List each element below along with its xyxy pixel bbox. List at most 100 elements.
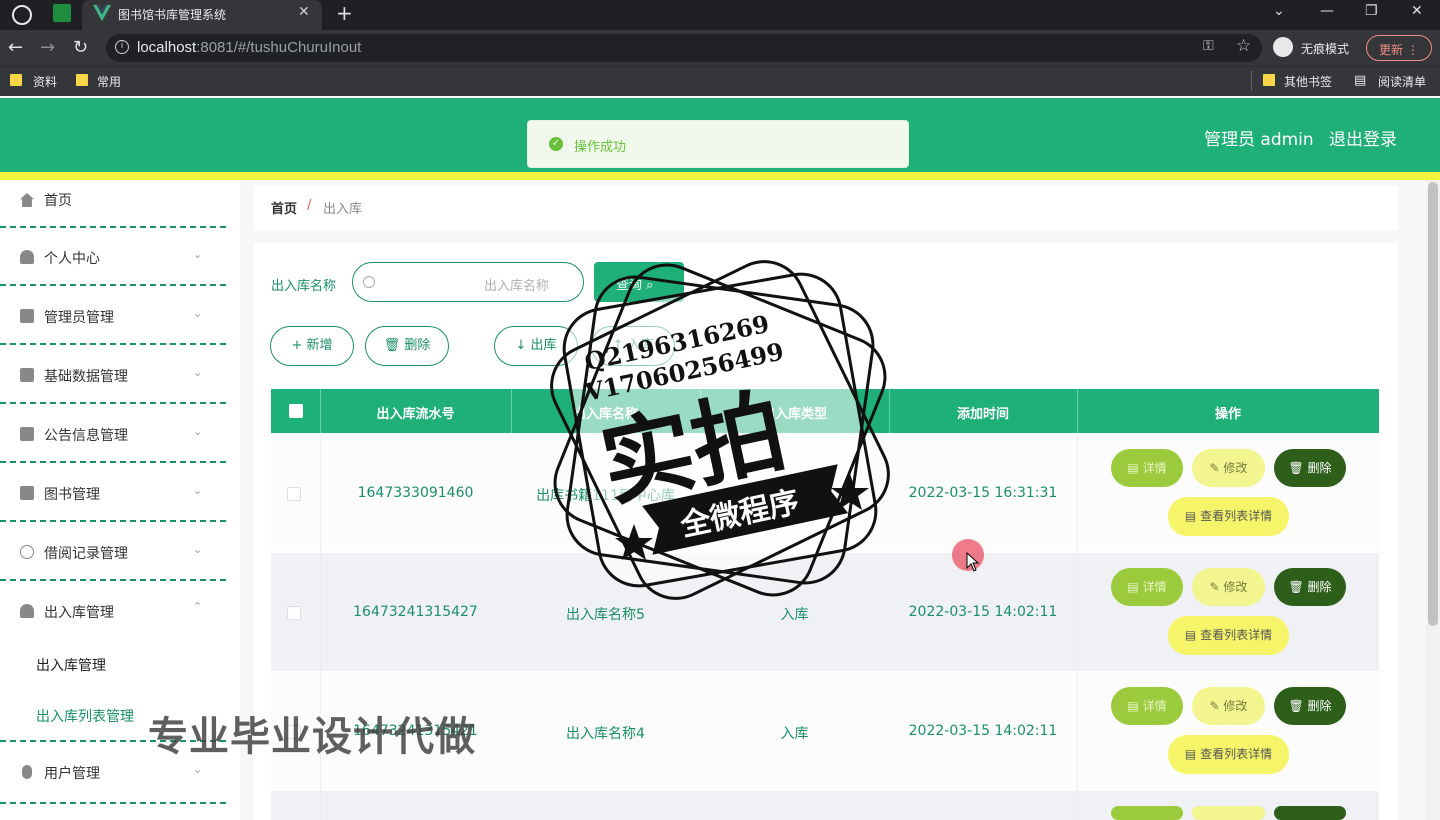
delete-button[interactable]: 🗑 删除	[365, 326, 449, 366]
update-button[interactable]: 更新 ⋮	[1366, 35, 1432, 61]
check-circle-icon: ✓	[549, 137, 563, 151]
reading-list-icon[interactable]: ▤	[1354, 73, 1366, 88]
row-checkbox[interactable]	[287, 606, 301, 620]
sidebar-item-label[interactable]: 出入库管理	[44, 602, 114, 622]
search-input[interactable]	[352, 262, 584, 302]
reload-icon[interactable]: ↻	[73, 37, 88, 58]
name-cell: 出库书籍111到中心库	[511, 485, 700, 505]
other-bookmarks[interactable]: 其他书签	[1284, 73, 1332, 90]
bookmark-folder[interactable]: 常用	[97, 73, 121, 90]
column-header[interactable]: 出入库流水号	[320, 403, 511, 422]
chevron-down-icon[interactable]: ⌄	[193, 425, 202, 438]
search-placeholder: 出入库名称	[484, 275, 549, 294]
sidebar-item-label[interactable]: 基础数据管理	[44, 366, 128, 386]
current-user: 管理员 admin	[1204, 125, 1314, 150]
sidebar-item-label[interactable]: 公告信息管理	[44, 425, 128, 445]
type-cell: 入库	[700, 723, 889, 743]
detail-button[interactable]: ▤ 详情	[1111, 568, 1183, 606]
new-tab-icon[interactable]: +	[336, 1, 353, 25]
row-delete-button[interactable]: 🗑 删除	[1274, 687, 1346, 725]
row-delete-button[interactable]	[1274, 806, 1346, 820]
back-icon[interactable]: ←	[8, 37, 23, 58]
submenu-item-active[interactable]: 出入库管理	[36, 655, 106, 675]
chevron-down-icon[interactable]: ⌄	[193, 248, 202, 261]
sidebar-item-label[interactable]: 管理员管理	[44, 307, 114, 327]
sidebar-item-label[interactable]: 首页	[44, 190, 72, 210]
chevron-down-icon[interactable]: ⌄	[193, 543, 202, 556]
bookmark-folder[interactable]: 资料	[33, 73, 57, 90]
list-detail-button[interactable]: ▤ 查看列表详情	[1168, 497, 1289, 536]
minimize-icon[interactable]: —	[1320, 3, 1334, 19]
search-icon	[363, 276, 375, 288]
book-icon	[20, 486, 34, 500]
serial-cell: 1647333091460	[320, 485, 511, 501]
watermark-bottom-text: 专业毕业设计代做	[148, 704, 476, 762]
row-checkbox[interactable]	[287, 487, 301, 501]
sidebar-item-label[interactable]: 借阅记录管理	[44, 543, 128, 563]
chevron-down-icon[interactable]: ⌄	[193, 763, 202, 776]
detail-button[interactable]: ▤ 详情	[1111, 449, 1183, 487]
inbound-button[interactable]: ↑ 入库	[591, 326, 675, 366]
reading-list[interactable]: 阅读清单	[1378, 73, 1426, 90]
column-header[interactable]: 添加时间	[889, 403, 1077, 422]
forward-icon[interactable]: →	[40, 37, 55, 58]
close-tab-icon[interactable]: ✕	[298, 4, 310, 20]
list-detail-button[interactable]: ▤ 查看列表详情	[1168, 616, 1289, 655]
chevron-up-icon[interactable]: ⌃	[193, 600, 202, 613]
detail-button[interactable]: ▤ 详情	[1111, 687, 1183, 725]
search-label: 出入库名称	[271, 275, 336, 294]
scrollbar-thumb[interactable]	[1428, 182, 1438, 626]
breadcrumb-separator: /	[307, 198, 311, 213]
window-close-icon[interactable]: ✕	[1411, 3, 1423, 19]
header-accent-bar	[0, 172, 1440, 180]
select-all-checkbox[interactable]	[289, 404, 303, 418]
time-cell: 2022-03-15 14:02:11	[889, 604, 1077, 620]
sheets-tab-icon[interactable]	[53, 4, 71, 22]
url-text[interactable]: localhost:8081/#/tushuChuruInout	[137, 39, 361, 56]
tab-title[interactable]: 图书馆书库管理系统	[118, 6, 226, 23]
edit-button[interactable]: ✎ 修改	[1192, 687, 1265, 725]
folder-icon	[76, 74, 88, 86]
list-detail-button[interactable]: ▤ 查看列表详情	[1168, 735, 1289, 774]
incognito-label[interactable]: 无痕模式	[1301, 40, 1349, 57]
time-cell: 2022-03-15 14:02:11	[889, 723, 1077, 739]
edit-button[interactable]: ✎ 修改	[1192, 568, 1265, 606]
chevron-down-icon[interactable]: ⌄	[193, 307, 202, 320]
column-header[interactable]: 出入库名称	[511, 403, 700, 422]
menu-divider	[0, 461, 226, 463]
column-divider	[1077, 433, 1078, 820]
edit-button[interactable]: ✎ 修改	[1192, 449, 1265, 487]
site-info-icon[interactable]: i	[115, 40, 129, 54]
bookmarks-bar	[0, 66, 1440, 96]
notice-icon	[20, 427, 34, 441]
logout-link[interactable]: 退出登录	[1329, 125, 1397, 150]
sidebar-item-home[interactable]	[0, 180, 226, 238]
toast-message: 操作成功	[574, 136, 626, 155]
flag-icon	[20, 309, 34, 323]
incognito-icon[interactable]	[1273, 37, 1293, 57]
column-header[interactable]: 出入库类型	[700, 403, 889, 422]
tab-search-icon[interactable]: ⌄	[1273, 3, 1285, 19]
outbound-button[interactable]: ↓ 出库	[494, 326, 578, 366]
folder-icon	[10, 74, 22, 86]
bookmarks-divider	[1251, 71, 1252, 91]
breadcrumb-home[interactable]: 首页	[271, 198, 297, 217]
row-delete-button[interactable]: 🗑 删除	[1274, 568, 1346, 606]
time-cell: 2022-03-15 16:31:31	[889, 485, 1077, 501]
sidebar-item-label[interactable]: 个人中心	[44, 248, 100, 268]
chevron-down-icon[interactable]: ⌄	[193, 484, 202, 497]
add-button[interactable]: + 新增	[270, 326, 354, 366]
detail-button[interactable]	[1111, 806, 1183, 820]
bookmark-star-icon[interactable]: ☆	[1236, 36, 1251, 56]
globe-icon[interactable]	[12, 5, 32, 25]
password-key-icon[interactable]: ⚿	[1203, 38, 1214, 54]
query-button[interactable]: 查询 ⌕	[594, 262, 684, 302]
row-delete-button[interactable]: 🗑 删除	[1274, 449, 1346, 487]
chevron-down-icon[interactable]: ⌄	[193, 366, 202, 379]
type-cell: 入库	[700, 604, 889, 624]
submenu-item[interactable]: 出入库列表管理	[36, 706, 134, 726]
maximize-icon[interactable]: ❐	[1365, 3, 1378, 19]
sidebar-item-label[interactable]: 图书管理	[44, 484, 100, 504]
sidebar-item-label[interactable]: 用户管理	[44, 763, 100, 783]
edit-button[interactable]	[1192, 806, 1265, 820]
